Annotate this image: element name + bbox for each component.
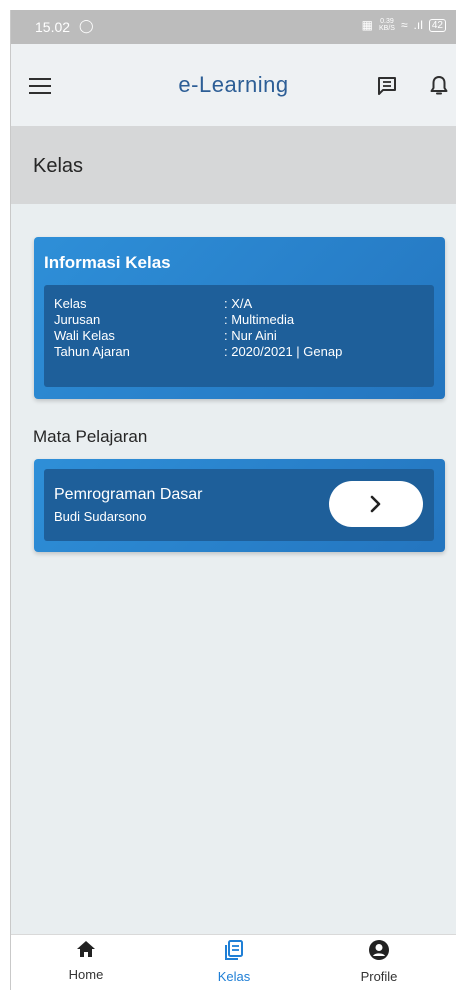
whatsapp-icon: ◯	[79, 18, 94, 33]
nav-profile[interactable]: Profile	[329, 939, 429, 984]
nav-kelas[interactable]: Kelas	[184, 939, 284, 984]
page-title: Kelas	[33, 155, 84, 177]
app-screen: 15.02 ◯ ▦ 0.39 KB/S ≈ .ıl 42 e-Learning	[10, 10, 456, 991]
subject-name: Pemrograman Dasar	[54, 486, 203, 503]
subjects-heading: Mata Pelajaran	[33, 427, 148, 446]
status-bar: 15.02 ◯ ▦ 0.39 KB/S ≈ .ıl 42	[11, 10, 456, 44]
battery-indicator: 42	[428, 18, 446, 32]
bottom-nav: Home Kelas Profile	[11, 934, 456, 991]
info-row-kelas: Kelas : X/A	[54, 296, 252, 311]
net-speed: 0.39 KB/S	[379, 18, 395, 32]
signal-icon: .ıl	[413, 18, 423, 32]
subject-card[interactable]: Pemrograman Dasar Budi Sudarsono	[34, 459, 445, 552]
subject-teacher: Budi Sudarsono	[54, 509, 147, 524]
vibrate-icon: ▦	[361, 18, 373, 32]
app-bar: e-Learning	[11, 44, 456, 126]
page-header: Kelas	[11, 126, 456, 204]
nav-kelas-label: Kelas	[217, 969, 251, 984]
home-icon	[77, 941, 95, 957]
info-row-tahun-ajaran: Tahun Ajaran : 2020/2021 | Genap	[54, 344, 342, 359]
subject-card-inner: Pemrograman Dasar Budi Sudarsono	[44, 469, 434, 541]
class-info-title: Informasi Kelas	[44, 253, 171, 272]
info-row-jurusan: Jurusan : Multimedia	[54, 312, 294, 327]
class-info-panel: Kelas : X/A Jurusan : Multimedia Wali Kela…	[44, 285, 434, 387]
net-speed-unit: KB/S	[378, 25, 395, 32]
info-label: Jurusan	[54, 312, 101, 327]
info-row-wali-kelas: Wali Kelas : Nur Aini	[54, 328, 277, 343]
info-label: Kelas	[54, 296, 87, 311]
bell-icon[interactable]	[429, 74, 449, 98]
net-speed-value: 0.39	[380, 18, 394, 25]
chevron-right-icon	[370, 495, 381, 513]
info-value: : Multimedia	[224, 312, 295, 327]
info-value: : Nur Aini	[224, 328, 277, 343]
status-time: 15.02	[35, 19, 71, 35]
wifi-icon: ≈	[400, 18, 408, 32]
nav-profile-label: Profile	[360, 969, 398, 984]
nav-home[interactable]: Home	[36, 939, 136, 982]
book-icon	[225, 940, 243, 960]
open-subject-button[interactable]	[329, 481, 423, 527]
user-icon	[369, 940, 389, 960]
status-indicators: ▦ 0.39 KB/S ≈ .ıl 42	[362, 18, 446, 32]
nav-home-label: Home	[68, 967, 104, 982]
info-value: : X/A	[224, 296, 253, 311]
info-value: : 2020/2021 | Genap	[224, 344, 343, 359]
class-info-card: Informasi Kelas Kelas : X/A Jurusan : Mult…	[34, 237, 445, 399]
info-label: Wali Kelas	[54, 328, 115, 343]
chat-icon[interactable]	[376, 75, 398, 97]
info-label: Tahun Ajaran	[54, 344, 130, 359]
